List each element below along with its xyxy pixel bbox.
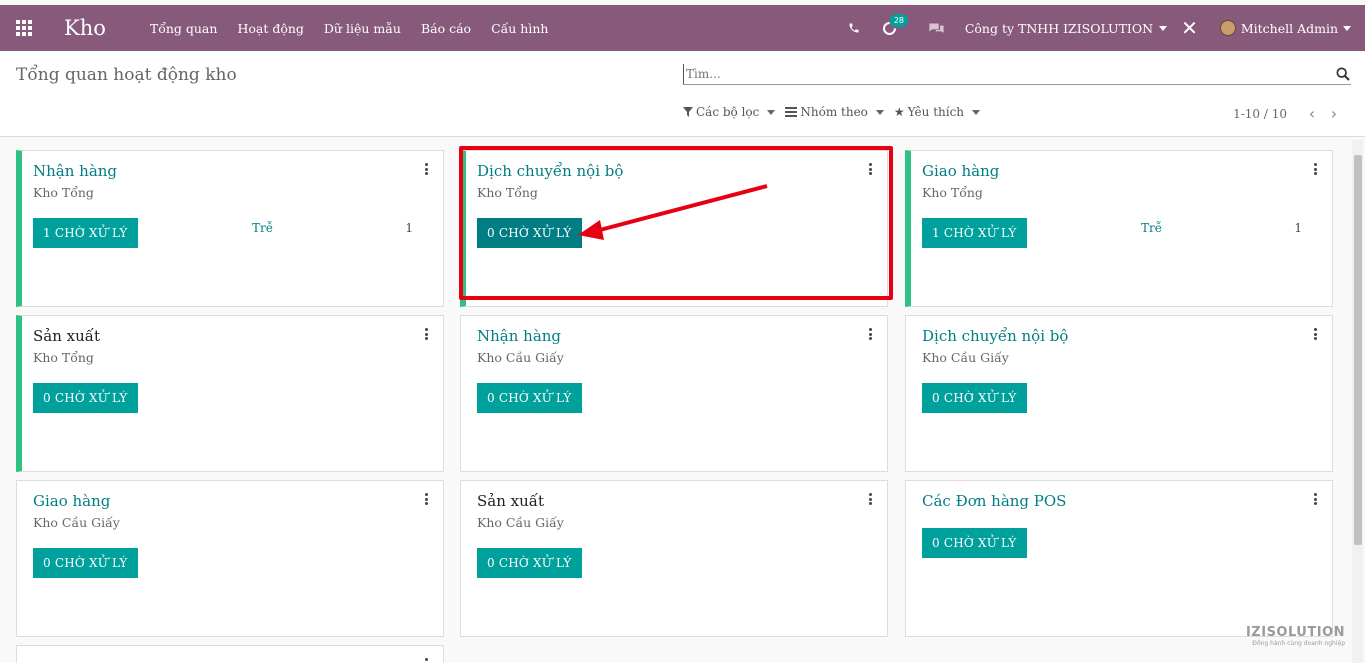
favorites-label: Yêu thích bbox=[907, 105, 965, 119]
company-switcher[interactable]: Công ty TNHH IZISOLUTION bbox=[964, 20, 1168, 36]
card-title[interactable]: Sản xuất bbox=[33, 327, 100, 345]
to-process-button[interactable]: 0 CHỜ XỬ LÝ bbox=[477, 383, 582, 413]
late-link[interactable]: Trễ bbox=[252, 221, 273, 235]
kebab-menu-icon[interactable] bbox=[869, 493, 873, 505]
app-title[interactable]: Kho bbox=[64, 16, 106, 40]
late-count[interactable]: 1 bbox=[405, 221, 413, 235]
menu-item-operations[interactable]: Hoạt động bbox=[227, 21, 313, 36]
company-name: Công ty TNHH IZISOLUTION bbox=[964, 20, 1154, 36]
card-title[interactable]: Giao hàng bbox=[922, 162, 999, 180]
pager: 1-10 / 10 ‹ › bbox=[1233, 104, 1345, 123]
close-icon[interactable]: ✕ bbox=[1181, 16, 1198, 40]
card-subtitle: Kho Tổng bbox=[922, 185, 983, 200]
menu-item-master-data[interactable]: Dữ liệu mẫu bbox=[314, 21, 411, 36]
chevron-down-icon bbox=[1343, 25, 1351, 31]
card-title[interactable]: Nhận hàng bbox=[33, 162, 117, 180]
kanban-card: Giao hàng Kho Cầu Giấy 0 CHỜ XỬ LÝ bbox=[16, 480, 444, 637]
scrollbar-thumb[interactable] bbox=[1354, 155, 1362, 545]
filters-dropdown[interactable]: Các bộ lọc bbox=[683, 105, 776, 119]
user-menu[interactable]: Mitchell Admin bbox=[1219, 20, 1351, 36]
activity-count-badge: 28 bbox=[889, 14, 909, 27]
card-subtitle: Kho Cầu Giấy bbox=[477, 350, 564, 365]
menu-item-configuration[interactable]: Cấu hình bbox=[481, 21, 558, 36]
kanban-card: Giao hàng Kho Tổng 1 CHỜ XỬ LÝ Trễ 1 bbox=[905, 150, 1333, 307]
chevron-down-icon bbox=[875, 109, 884, 115]
kebab-menu-icon[interactable] bbox=[425, 328, 429, 340]
card-subtitle: Kho Cầu Giấy bbox=[477, 515, 564, 530]
main-menu: Tổng quan Hoạt động Dữ liệu mẫu Báo cáo … bbox=[140, 21, 559, 36]
scrollbar[interactable] bbox=[1352, 140, 1363, 663]
kanban-card: Dịch chuyển nội bộ Kho Cầu Giấy 0 CHỜ XỬ… bbox=[905, 315, 1333, 472]
chevron-down-icon bbox=[1159, 25, 1168, 31]
card-subtitle: Kho Tổng bbox=[33, 350, 94, 365]
card-title[interactable]: Các Đơn hàng POS bbox=[922, 492, 1066, 510]
page-title: Tổng quan hoạt động kho bbox=[16, 65, 237, 85]
to-process-button[interactable]: 1 CHỜ XỬ LÝ bbox=[922, 218, 1027, 248]
to-process-button[interactable]: 0 CHỜ XỬ LÝ bbox=[922, 528, 1027, 558]
watermark-tagline: Đồng hành cùng doanh nghiệp bbox=[1252, 640, 1345, 647]
kebab-menu-icon[interactable] bbox=[425, 658, 429, 663]
annotation-arrow-icon bbox=[578, 184, 768, 240]
chat-icon[interactable] bbox=[928, 22, 945, 35]
to-process-button[interactable]: 0 CHỜ XỬ LÝ bbox=[33, 548, 138, 578]
search-bar bbox=[683, 63, 1351, 85]
kebab-menu-icon[interactable] bbox=[869, 328, 873, 340]
search-input[interactable] bbox=[683, 64, 1313, 84]
apps-menu-icon[interactable] bbox=[16, 20, 34, 36]
kanban-card: Sản xuất Kho Tổng 0 CHỜ XỬ LÝ bbox=[16, 315, 444, 472]
card-subtitle: Kho Tổng bbox=[33, 185, 94, 200]
card-subtitle: Kho Cầu Giấy bbox=[33, 515, 120, 530]
watermark-name: IZISOLUTION bbox=[1245, 625, 1345, 640]
chevron-down-icon bbox=[972, 109, 981, 115]
chevron-down-icon bbox=[767, 109, 776, 115]
kanban-card: Các Đơn hàng POS 0 CHỜ XỬ LÝ bbox=[905, 480, 1333, 637]
kebab-menu-icon[interactable] bbox=[425, 163, 429, 175]
avatar bbox=[1219, 20, 1236, 36]
card-title[interactable]: Nhận hàng bbox=[477, 327, 561, 345]
card-title[interactable]: Dịch chuyển nội bộ bbox=[922, 327, 1068, 345]
kebab-menu-icon[interactable] bbox=[1314, 493, 1318, 505]
filters-label: Các bộ lọc bbox=[696, 105, 760, 119]
filter-icon bbox=[683, 107, 693, 117]
kanban-card: Nhận hàng Kho Tổng 1 CHỜ XỬ LÝ Trễ 1 bbox=[16, 150, 444, 307]
card-title[interactable]: Giao hàng bbox=[33, 492, 110, 510]
top-navbar: Kho Tổng quan Hoạt động Dữ liệu mẫu Báo … bbox=[0, 5, 1365, 51]
group-by-dropdown[interactable]: Nhóm theo bbox=[785, 105, 884, 119]
kanban-card bbox=[16, 645, 444, 663]
kanban-card: Sản xuất Kho Cầu Giấy 0 CHỜ XỬ LÝ bbox=[460, 480, 888, 637]
group-by-label: Nhóm theo bbox=[800, 105, 868, 119]
search-icon[interactable] bbox=[1335, 66, 1351, 82]
star-icon: ★ bbox=[893, 105, 905, 119]
kebab-menu-icon[interactable] bbox=[1314, 163, 1318, 175]
to-process-button[interactable]: 1 CHỜ XỬ LÝ bbox=[33, 218, 138, 248]
kanban-card: Nhận hàng Kho Cầu Giấy 0 CHỜ XỬ LÝ bbox=[460, 315, 888, 472]
chevron-right-icon[interactable]: › bbox=[1323, 104, 1345, 123]
user-name: Mitchell Admin bbox=[1240, 20, 1338, 36]
search-options: Các bộ lọc Nhóm theo ★ Yêu thích bbox=[683, 105, 981, 119]
to-process-button[interactable]: 0 CHỜ XỬ LÝ bbox=[922, 383, 1027, 413]
card-subtitle: Kho Cầu Giấy bbox=[922, 350, 1009, 365]
activity-clock-icon[interactable]: 28 bbox=[880, 14, 909, 38]
pager-value[interactable]: 1-10 / 10 bbox=[1233, 107, 1287, 121]
menu-item-reports[interactable]: Báo cáo bbox=[411, 21, 481, 36]
kebab-menu-icon[interactable] bbox=[1314, 328, 1318, 340]
chevron-left-icon[interactable]: ‹ bbox=[1301, 104, 1323, 123]
late-count[interactable]: 1 bbox=[1294, 221, 1302, 235]
phone-icon[interactable] bbox=[848, 22, 860, 34]
card-title[interactable]: Sản xuất bbox=[477, 492, 544, 510]
to-process-button[interactable]: 0 CHỜ XỬ LÝ bbox=[33, 383, 138, 413]
control-panel: Tổng quan hoạt động kho Các bộ lọc Nhóm … bbox=[0, 51, 1365, 137]
late-link[interactable]: Trễ bbox=[1141, 221, 1162, 235]
favorites-dropdown[interactable]: ★ Yêu thích bbox=[893, 105, 981, 119]
kebab-menu-icon[interactable] bbox=[425, 493, 429, 505]
watermark-logo: IZISOLUTION Đồng hành cùng doanh nghiệp bbox=[1246, 625, 1345, 647]
list-icon bbox=[785, 107, 798, 117]
to-process-button[interactable]: 0 CHỜ XỬ LÝ bbox=[477, 548, 582, 578]
menu-item-overview[interactable]: Tổng quan bbox=[140, 21, 228, 36]
